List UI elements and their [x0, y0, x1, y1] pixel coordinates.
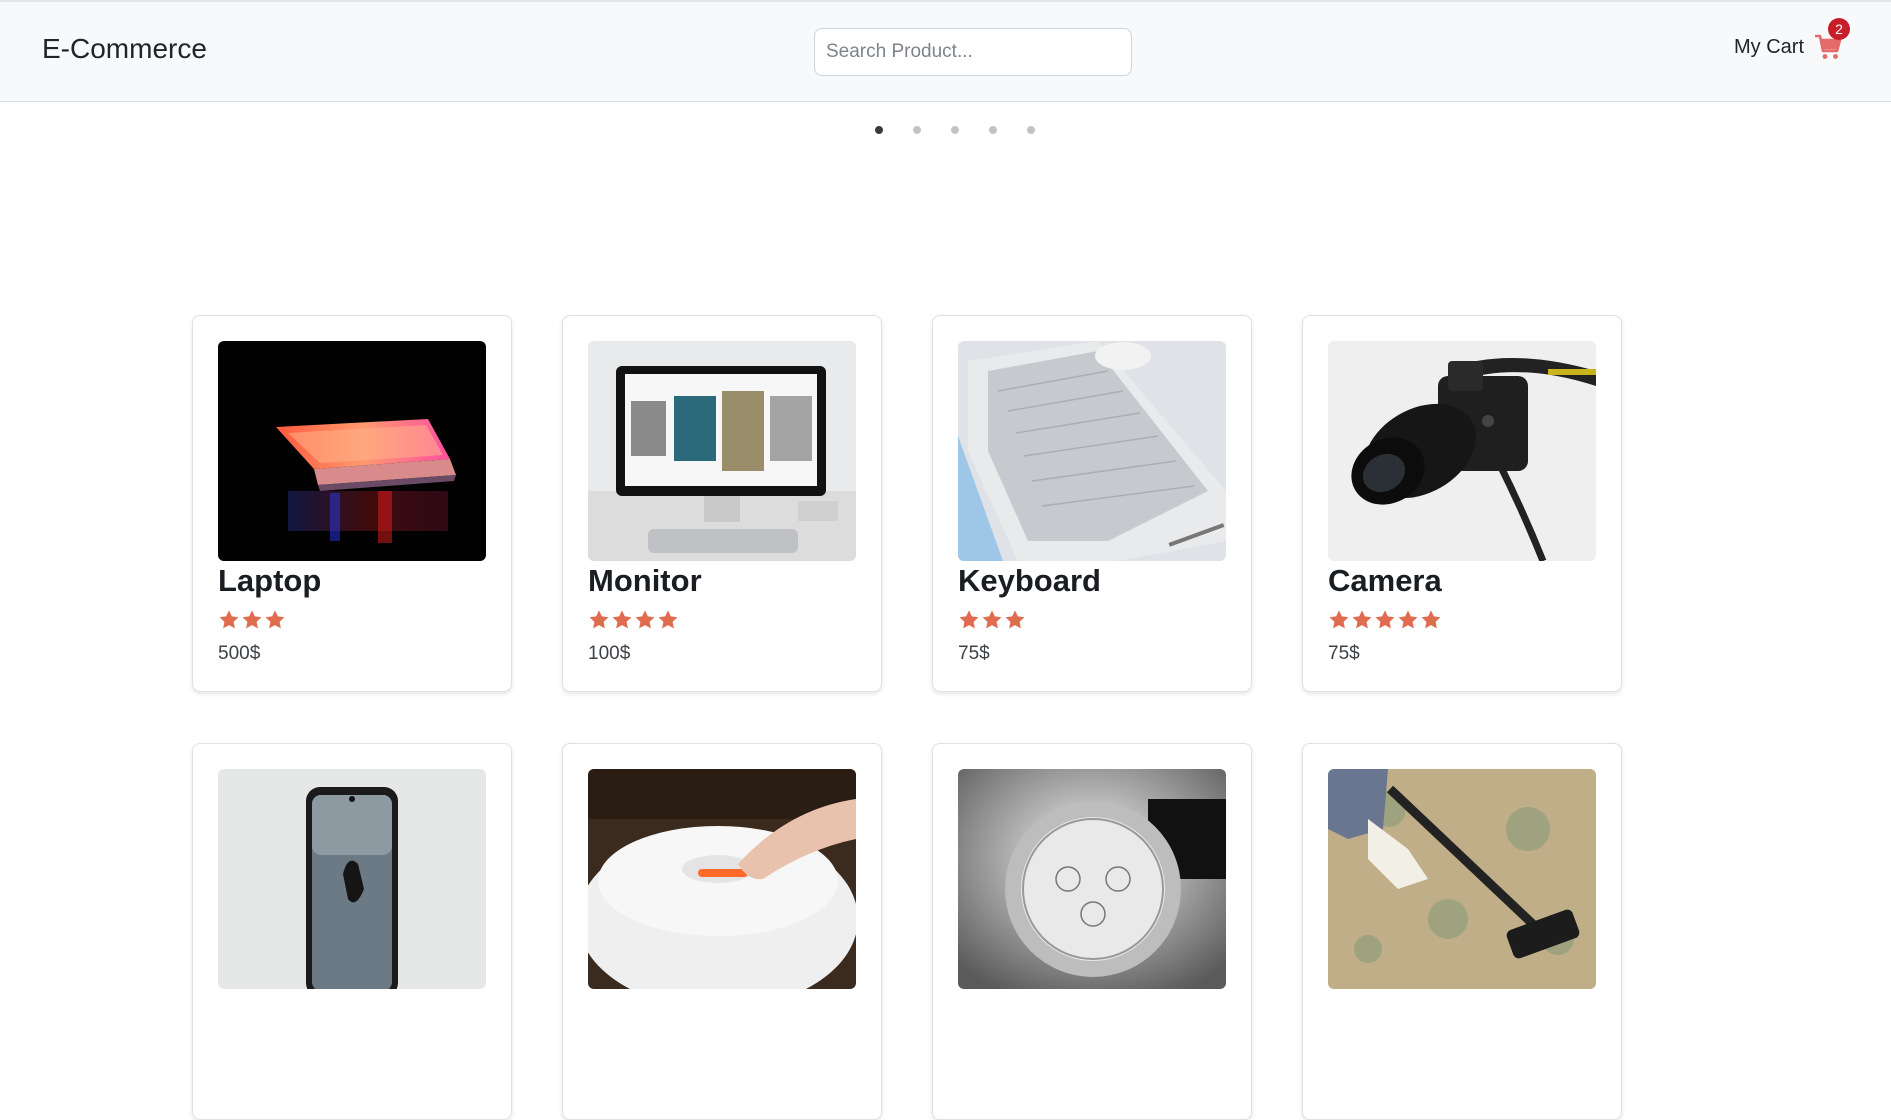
product-price: 75$ — [1328, 643, 1360, 664]
product-card[interactable]: Laptop 500$ — [192, 315, 512, 692]
carousel-indicator-2[interactable] — [913, 126, 921, 134]
monitor-image — [588, 341, 856, 561]
product-card[interactable]: Keyboard 75$ — [932, 315, 1252, 692]
star-icon — [242, 610, 262, 629]
product-card[interactable]: Monitor 100$ — [562, 315, 882, 692]
cart-count-badge: 2 — [1828, 18, 1850, 40]
cart-button[interactable]: My Cart 2 — [1734, 18, 1850, 64]
star-icon — [959, 610, 979, 629]
keyboard-image — [958, 341, 1226, 561]
search-input[interactable] — [814, 28, 1132, 76]
star-icon — [612, 610, 632, 629]
smartphone-image — [218, 769, 486, 989]
star-icon — [1421, 610, 1441, 629]
star-icon — [635, 610, 655, 629]
robot-vacuum-image — [588, 769, 856, 989]
star-icon — [1329, 610, 1349, 629]
product-name: Camera — [1328, 563, 1442, 598]
star-icon — [1005, 610, 1025, 629]
carousel-indicator-3[interactable] — [951, 126, 959, 134]
shopping-cart-icon[interactable]: 2 — [1813, 18, 1850, 62]
product-card[interactable] — [1302, 743, 1622, 1120]
product-price: 75$ — [958, 643, 990, 664]
product-price: 500$ — [218, 643, 261, 664]
carousel-indicator-1[interactable] — [875, 126, 883, 134]
camera-image — [1328, 341, 1596, 561]
product-name: Keyboard — [958, 563, 1101, 598]
watch-image — [958, 769, 1226, 989]
navbar: E-Commerce My Cart 2 — [0, 2, 1891, 102]
product-card[interactable] — [562, 743, 882, 1120]
star-rating — [958, 609, 1027, 631]
star-icon — [265, 610, 285, 629]
product-price: 100$ — [588, 643, 631, 664]
vacuum-cleaner-image — [1328, 769, 1596, 989]
star-rating — [588, 609, 680, 631]
carousel-indicator-4[interactable] — [989, 126, 997, 134]
product-card[interactable]: Camera 75$ — [1302, 315, 1622, 692]
star-icon — [589, 610, 609, 629]
star-icon — [1398, 610, 1418, 629]
product-card[interactable] — [192, 743, 512, 1120]
star-icon — [219, 610, 239, 629]
laptop-image — [218, 341, 486, 561]
star-icon — [1375, 610, 1395, 629]
cart-label: My Cart — [1734, 35, 1804, 58]
star-icon — [658, 610, 678, 629]
star-rating — [1328, 609, 1443, 631]
star-rating — [218, 609, 287, 631]
star-icon — [982, 610, 1002, 629]
product-name: Laptop — [218, 563, 322, 598]
carousel-indicators — [860, 126, 1050, 134]
product-name: Monitor — [588, 563, 702, 598]
star-icon — [1352, 610, 1372, 629]
brand-logo[interactable]: E-Commerce — [42, 33, 207, 65]
product-card[interactable] — [932, 743, 1252, 1120]
carousel-indicator-5[interactable] — [1027, 126, 1035, 134]
